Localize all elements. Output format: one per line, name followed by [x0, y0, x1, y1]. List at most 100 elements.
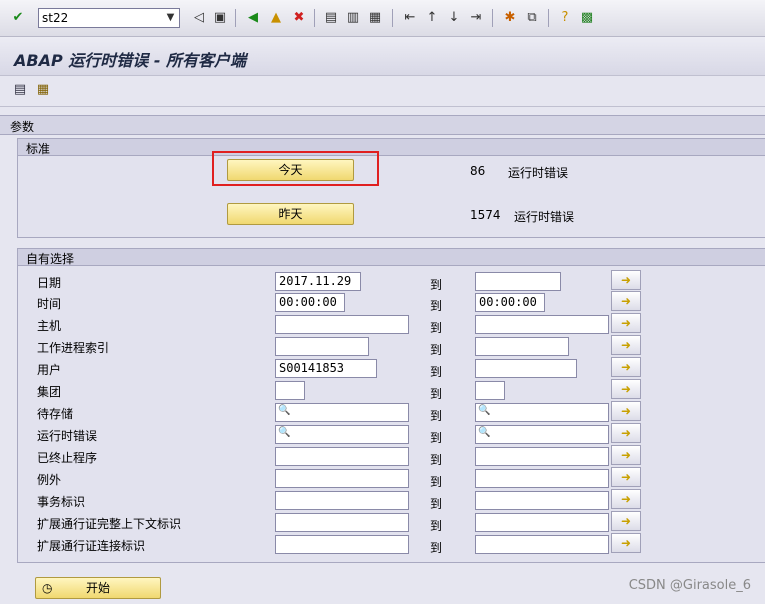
to-label: 到	[430, 475, 443, 489]
to-input[interactable]	[475, 403, 609, 422]
new-session-icon[interactable]: ✱	[501, 9, 519, 27]
field-label: 扩展通行证完整上下文标识	[37, 517, 182, 531]
field-label: 集团	[37, 385, 62, 399]
find-next-icon[interactable]: ▦	[366, 9, 384, 27]
check-icon[interactable]: ✔	[9, 9, 27, 27]
from-input[interactable]: 00:00:00	[275, 293, 345, 312]
print-icon[interactable]: ▤	[322, 9, 340, 27]
standard-group: 标准	[17, 138, 765, 238]
to-label: 到	[430, 409, 443, 423]
field-label: 例外	[37, 473, 62, 487]
to-label: 到	[430, 321, 443, 335]
multiple-selection-arrow-icon[interactable]: ➜	[611, 357, 641, 377]
to-label: 到	[430, 497, 443, 511]
from-input[interactable]	[275, 403, 409, 422]
to-input[interactable]	[475, 469, 609, 488]
to-label: 到	[430, 387, 443, 401]
yesterday-count: 1574	[470, 208, 501, 222]
search-icon[interactable]: 🔍	[478, 427, 490, 438]
from-input[interactable]	[275, 469, 409, 488]
to-input[interactable]	[475, 359, 577, 378]
multiple-selection-arrow-icon[interactable]: ➜	[611, 445, 641, 465]
list-icon[interactable]: ▤	[11, 81, 29, 99]
to-input[interactable]	[475, 513, 609, 532]
to-label: 到	[430, 365, 443, 379]
multiple-selection-arrow-icon[interactable]: ➜	[611, 379, 641, 399]
from-input[interactable]	[275, 447, 409, 466]
to-input[interactable]	[475, 381, 505, 400]
multiple-selection-arrow-icon[interactable]: ➜	[611, 401, 641, 421]
multiple-selection-arrow-icon[interactable]: ➜	[611, 335, 641, 355]
from-input[interactable]	[275, 425, 409, 444]
multiple-selection-arrow-icon[interactable]: ➜	[611, 533, 641, 553]
variant-icon[interactable]: ▦	[34, 81, 52, 99]
from-input[interactable]	[275, 491, 409, 510]
layout-icon[interactable]: ▩	[578, 9, 596, 27]
toolbar-separator	[235, 9, 236, 27]
multiple-selection-arrow-icon[interactable]: ➜	[611, 270, 641, 290]
start-label: 开始	[85, 581, 110, 595]
field-label: 运行时错误	[37, 429, 98, 443]
to-input[interactable]	[475, 337, 569, 356]
system-toolbar: ✔ st22 ▼ ◁ ▣ ◀ ▲ ✖ ▤ ▥ ▦ ⇤ ↑ ↓ ⇥ ✱ ⧉ ? ▩	[0, 0, 765, 37]
yesterday-button[interactable]: 昨天	[227, 203, 354, 225]
to-input[interactable]	[475, 272, 561, 291]
multiple-selection-arrow-icon[interactable]: ➜	[611, 423, 641, 443]
to-input[interactable]	[475, 535, 609, 554]
parameters-header: 参数	[0, 115, 765, 135]
cancel-icon[interactable]: ✖	[290, 9, 308, 27]
shortcut-icon[interactable]: ⧉	[523, 9, 541, 27]
from-input[interactable]	[275, 315, 409, 334]
from-input[interactable]: S00141853	[275, 359, 377, 378]
search-icon[interactable]: 🔍	[278, 405, 290, 416]
search-icon[interactable]: 🔍	[478, 405, 490, 416]
multiple-selection-arrow-icon[interactable]: ➜	[611, 467, 641, 487]
to-label: 到	[430, 541, 443, 555]
help-icon[interactable]: ?	[556, 9, 574, 27]
command-field[interactable]: st22	[38, 8, 180, 28]
toolbar-separator	[492, 9, 493, 27]
find-icon[interactable]: ▥	[344, 9, 362, 27]
first-page-icon[interactable]: ⇤	[401, 9, 419, 27]
prev-page-icon[interactable]: ↑	[423, 9, 441, 27]
to-input[interactable]	[475, 447, 609, 466]
from-input[interactable]	[275, 381, 305, 400]
application-toolbar: ▤ ▦	[0, 76, 765, 107]
to-input[interactable]	[475, 315, 609, 334]
field-label: 已终止程序	[37, 451, 98, 465]
multiple-selection-arrow-icon[interactable]: ➜	[611, 511, 641, 531]
search-icon[interactable]: 🔍	[278, 427, 290, 438]
from-input[interactable]	[275, 535, 409, 554]
multiple-selection-arrow-icon[interactable]: ➜	[611, 489, 641, 509]
to-label: 到	[430, 453, 443, 467]
multiple-selection-arrow-icon[interactable]: ➜	[611, 291, 641, 311]
toolbar-separator	[548, 9, 549, 27]
watermark: CSDN @Girasole_6	[628, 578, 751, 593]
exit-icon[interactable]: ▲	[267, 9, 285, 27]
to-label: 到	[430, 278, 443, 292]
from-input[interactable]	[275, 513, 409, 532]
multiple-selection-arrow-icon[interactable]: ➜	[611, 313, 641, 333]
back-icon[interactable]: ◁	[190, 9, 208, 27]
from-input[interactable]	[275, 337, 369, 356]
field-label: 工作进程索引	[37, 341, 110, 355]
chevron-down-icon[interactable]: ▼	[162, 9, 179, 27]
today-error-text: 运行时错误	[508, 166, 569, 180]
to-input[interactable]	[475, 491, 609, 510]
next-page-icon[interactable]: ↓	[445, 9, 463, 27]
title-bar: ABAP 运行时错误 - 所有客户端	[0, 37, 765, 76]
field-label: 用户	[37, 363, 62, 377]
start-button[interactable]: ◷ 开始	[35, 577, 161, 599]
toolbar-separator	[314, 9, 315, 27]
to-input[interactable]	[475, 425, 609, 444]
yesterday-error-text: 运行时错误	[514, 210, 575, 224]
to-label: 到	[430, 343, 443, 357]
last-page-icon[interactable]: ⇥	[467, 9, 485, 27]
from-input[interactable]: 2017.11.29	[275, 272, 361, 291]
save-icon[interactable]: ▣	[211, 9, 229, 27]
to-input[interactable]: 00:00:00	[475, 293, 545, 312]
parameters-label: 参数	[10, 120, 35, 134]
page-title: ABAP 运行时错误 - 所有客户端	[14, 51, 247, 70]
navigate-back-icon[interactable]: ◀	[244, 9, 262, 27]
field-label: 时间	[37, 297, 62, 311]
